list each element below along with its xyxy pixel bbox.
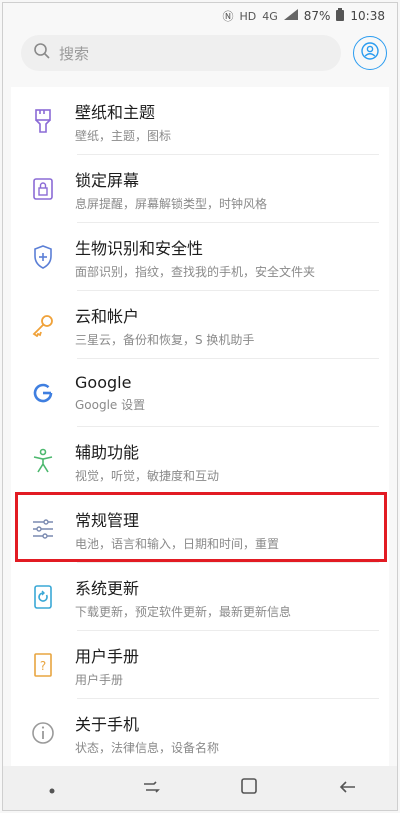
settings-item-about-phone[interactable]: 关于手机 状态，法律信息，设备名称 [11,699,389,767]
settings-item-wallpaper[interactable]: 壁纸和主题 壁纸，主题，图标 [11,87,389,155]
settings-item-cloud-accounts[interactable]: 云和帐户 三星云，备份和恢复，S 换机助手 [11,291,389,359]
settings-item-accessibility[interactable]: 辅助功能 视觉，听觉，敏捷度和互动 [11,427,389,495]
settings-item-title: 系统更新 [75,578,140,598]
search-placeholder: 搜索 [59,44,90,63]
settings-item-subtitle: 面部识别，指纹，查找我的手机，安全文件夹 [75,264,316,279]
signal-icon [283,9,298,23]
battery-icon [336,8,345,24]
settings-item-title: 用户手册 [75,646,140,666]
settings-item-subtitle: Google 设置 [75,398,146,412]
recent-apps-button[interactable] [131,773,171,803]
settings-item-title: 壁纸和主题 [75,102,156,122]
settings-item-subtitle: 壁纸，主题，图标 [75,128,172,143]
recent-apps-icon [142,779,160,798]
settings-item-subtitle: 下载更新，预定软件更新，最新更新信息 [75,604,292,619]
home-icon [240,777,258,799]
back-button[interactable] [328,773,368,803]
update-icon [11,584,75,610]
nav-dot-button[interactable] [32,773,72,803]
settings-item-title: Google [75,373,132,392]
svg-text:?: ? [40,659,46,673]
hd-icon: HD [239,9,257,23]
search-icon [33,42,51,64]
clock: 10:38 [350,9,385,23]
dot-icon [49,779,55,798]
settings-item-title: 辅助功能 [75,442,140,462]
navigation-bar [3,766,397,810]
settings-item-user-manual[interactable]: ? 用户手册 用户手册 [11,631,389,699]
home-button[interactable] [229,773,269,803]
shield-icon [11,244,75,270]
highlight-box [15,492,387,562]
settings-item-system-update[interactable]: 系统更新 下载更新，预定软件更新，最新更新信息 [11,563,389,631]
network-type: 4G [262,9,278,23]
settings-item-google[interactable]: Google Google 设置 [11,359,389,427]
info-icon [11,721,75,745]
settings-item-subtitle: 状态，法律信息，设备名称 [75,740,220,755]
google-icon [11,381,75,405]
lock-icon [11,177,75,201]
settings-item-subtitle: 用户手册 [75,672,124,687]
manual-icon: ? [11,652,75,678]
user-icon [361,42,379,64]
search-row: 搜索 [3,29,397,79]
search-input[interactable]: 搜索 [21,35,341,71]
accessibility-icon [11,448,75,474]
settings-list: 壁纸和主题 壁纸，主题，图标 锁定屏幕 息屏提醒，屏幕解锁类型，时钟风格 生物识… [11,87,389,767]
account-avatar-button[interactable] [353,36,387,70]
settings-item-title: 锁定屏幕 [75,170,140,190]
screen-frame: Ⓝ HD 4G 87% 10:38 搜索 壁纸和主题 壁纸，主题，图标 锁定屏幕… [2,2,398,811]
settings-item-biometrics[interactable]: 生物识别和安全性 面部识别，指纹，查找我的手机，安全文件夹 [11,223,389,291]
settings-item-title: 关于手机 [75,714,140,734]
settings-item-title: 生物识别和安全性 [75,238,204,258]
settings-item-title: 云和帐户 [75,306,140,326]
key-icon [11,313,75,337]
status-bar: Ⓝ HD 4G 87% 10:38 [3,3,397,29]
brush-icon [11,108,75,134]
settings-item-subtitle: 息屏提醒，屏幕解锁类型，时钟风格 [75,196,268,211]
battery-percent: 87% [303,9,331,23]
settings-item-subtitle: 视觉，听觉，敏捷度和互动 [75,468,220,483]
settings-item-lockscreen[interactable]: 锁定屏幕 息屏提醒，屏幕解锁类型，时钟风格 [11,155,389,223]
back-arrow-icon [339,779,357,798]
nfc-icon: Ⓝ [222,10,234,23]
settings-item-subtitle: 三星云，备份和恢复，S 换机助手 [75,332,255,347]
